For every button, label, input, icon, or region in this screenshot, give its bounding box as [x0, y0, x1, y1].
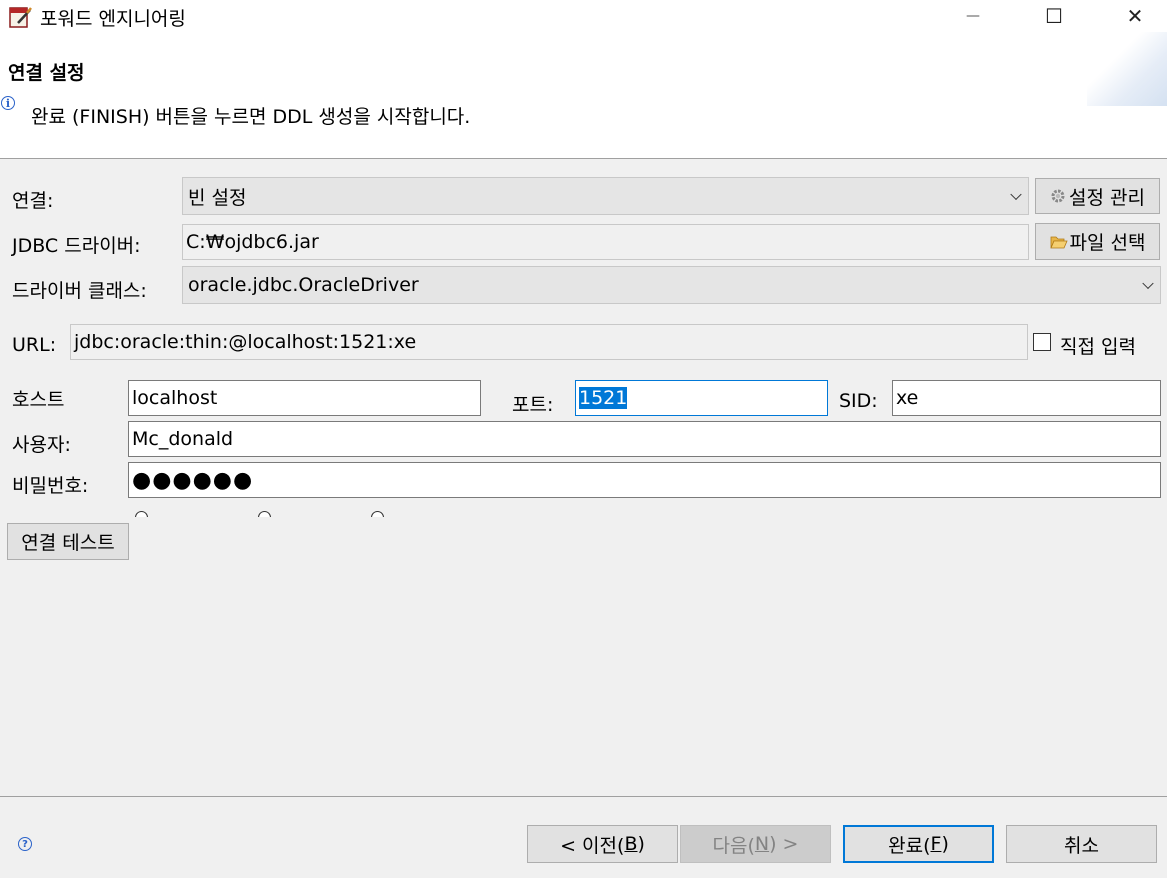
test-connection-label: 연결 테스트 [21, 532, 115, 554]
manage-settings-button[interactable]: 설정 관리 [1035, 178, 1160, 214]
jdbc-driver-field[interactable]: C:₩ojdbc6.jar [182, 224, 1029, 260]
connection-select[interactable]: 빈 설정 [182, 177, 1029, 215]
window-title: 포워드 엔지니어링 [40, 8, 186, 30]
minimize-button[interactable]: — [950, 0, 996, 32]
wizard-header: 연결 설정 i 완료 (FINISH) 버튼을 누르면 DDL 생성을 시작합니… [0, 32, 1167, 159]
password-input[interactable]: ●●●●●● [128, 462, 1161, 498]
radio-option[interactable] [135, 511, 148, 517]
chevron-down-icon [1142, 277, 1154, 290]
title-bar: 포워드 엔지니어링 — ☐ ✕ [0, 0, 1167, 32]
manual-input-label: 직접 입력 [1060, 336, 1136, 358]
test-connection-button[interactable]: 연결 테스트 [7, 523, 129, 560]
back-label: < 이전( [560, 834, 625, 857]
app-icon [9, 7, 32, 28]
driver-class-value: oracle.jdbc.OracleDriver [188, 274, 419, 296]
finish-button[interactable]: 완료(F) [843, 825, 994, 863]
footer-separator [0, 796, 1167, 797]
header-banner-graphic [1087, 32, 1167, 106]
user-label: 사용자: [12, 434, 71, 456]
clipped-radio-row [0, 511, 1167, 517]
gear-icon [1051, 189, 1065, 203]
folder-open-icon [1049, 236, 1068, 248]
back-mnemonic: B [624, 833, 638, 855]
help-icon[interactable]: ? [18, 837, 32, 851]
chevron-down-icon [1010, 188, 1022, 201]
jdbc-driver-value: C:₩ojdbc6.jar [186, 231, 319, 253]
finish-mnemonic: F [930, 833, 942, 855]
url-label: URL: [12, 334, 57, 356]
port-value-selected: 1521 [579, 387, 628, 409]
port-input[interactable]: 1521 [575, 380, 828, 416]
url-value: jdbc:oracle:thin:@localhost:1521:xe [74, 331, 417, 353]
password-value: ●●●●●● [132, 467, 254, 493]
user-input[interactable]: Mc_donald [128, 421, 1161, 457]
select-file-button[interactable]: 파일 선택 [1035, 223, 1160, 260]
manual-input-checkbox[interactable] [1033, 333, 1051, 351]
next-mnemonic: N [754, 833, 770, 855]
back-button[interactable]: < 이전(B) [527, 825, 678, 863]
host-value: localhost [132, 387, 218, 409]
maximize-button[interactable]: ☐ [1031, 0, 1077, 32]
finish-label: 완료( [888, 834, 931, 857]
cancel-button[interactable]: 취소 [1006, 825, 1157, 863]
user-value: Mc_donald [132, 428, 234, 450]
next-label-end: ) > [769, 833, 799, 855]
page-title: 연결 설정 [8, 62, 85, 84]
close-button[interactable]: ✕ [1112, 0, 1158, 32]
next-button[interactable]: 다음(N) > [680, 825, 831, 863]
back-label-end: ) [637, 833, 645, 855]
host-label: 호스트 [12, 389, 65, 411]
close-icon: ✕ [1126, 4, 1144, 28]
port-label: 포트: [512, 394, 554, 416]
radio-option[interactable] [371, 511, 384, 517]
url-field[interactable]: jdbc:oracle:thin:@localhost:1521:xe [70, 324, 1028, 360]
connection-value: 빈 설정 [188, 186, 247, 209]
manage-settings-label: 설정 관리 [1069, 186, 1145, 209]
finish-label-end: ) [941, 833, 949, 855]
host-input[interactable]: localhost [128, 380, 481, 416]
radio-option[interactable] [258, 511, 271, 517]
info-icon: i [1, 96, 15, 110]
connection-label: 연결: [12, 190, 54, 212]
info-message: 완료 (FINISH) 버튼을 누르면 DDL 생성을 시작합니다. [31, 106, 471, 128]
sid-value: xe [896, 387, 919, 409]
driver-class-select[interactable]: oracle.jdbc.OracleDriver [182, 266, 1161, 304]
sid-input[interactable]: xe [892, 380, 1161, 416]
cancel-label: 취소 [1064, 834, 1099, 857]
jdbc-driver-label: JDBC 드라이버: [12, 235, 141, 257]
driver-class-label: 드라이버 클래스: [12, 280, 147, 302]
minimize-icon: — [966, 8, 980, 24]
maximize-icon: ☐ [1045, 4, 1063, 28]
password-label: 비밀번호: [12, 475, 89, 497]
next-label: 다음( [712, 834, 755, 857]
select-file-label: 파일 선택 [1069, 232, 1146, 254]
sid-label: SID: [839, 390, 878, 412]
